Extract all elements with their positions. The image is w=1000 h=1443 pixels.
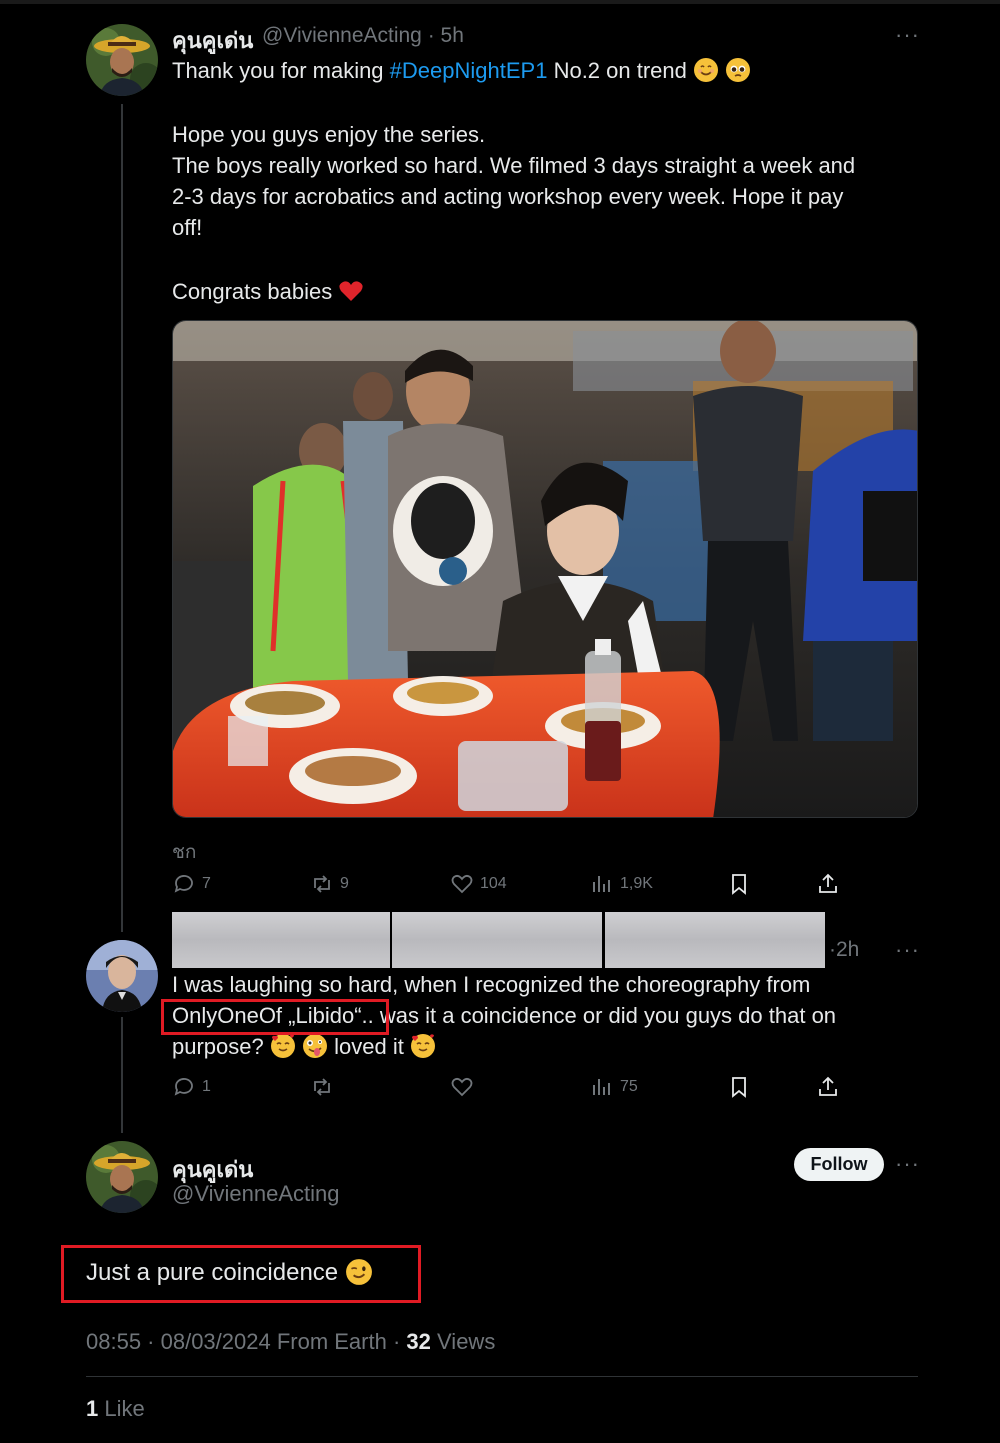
views-chart-icon — [593, 876, 610, 892]
tweet-text-part: No.2 on trend — [547, 58, 687, 83]
thread-line — [121, 104, 123, 932]
tweet-time[interactable]: 5h — [441, 24, 464, 47]
pleading-emoji-icon — [726, 58, 751, 82]
thread-line — [121, 1017, 123, 1133]
handle[interactable]: @VivienneActing — [172, 1181, 339, 1207]
tweet-timestamp-row: 08:55 · 08/03/2024 From Earth · 32 Views — [86, 1329, 496, 1354]
more-options-icon[interactable]: ··· — [895, 1151, 920, 1177]
tweet-text-line: off! — [172, 215, 203, 240]
top-border — [0, 0, 1000, 4]
repost-icon — [314, 875, 330, 893]
follow-button[interactable]: Follow — [794, 1148, 884, 1181]
share-icon — [819, 1076, 837, 1096]
avatar[interactable] — [86, 940, 158, 1012]
repost-button[interactable] — [310, 1075, 340, 1099]
redacted-handle — [605, 912, 825, 968]
tweet-text-part: Thank you for making — [172, 58, 390, 83]
annotation-highlight-box — [61, 1245, 421, 1303]
reply-button[interactable]: 1 — [172, 1075, 211, 1099]
tweet-time[interactable]: ·2h — [829, 938, 859, 962]
tweet-text-part: loved it — [334, 1034, 404, 1059]
tweet-text-line: 2-3 days for acrobatics and acting works… — [172, 184, 844, 209]
bookmark-icon — [732, 1077, 746, 1098]
bookmark-icon — [732, 874, 746, 895]
divider — [86, 1376, 918, 1377]
media-caption: ชก — [172, 842, 197, 863]
tweet-text-part: purpose? — [172, 1034, 264, 1059]
repost-count: 9 — [340, 875, 349, 892]
heart-icon — [451, 874, 473, 894]
tweet-text-part: Congrats babies — [172, 279, 333, 304]
likes-summary[interactable]: 1 Like — [86, 1396, 145, 1422]
share-button[interactable] — [816, 872, 840, 896]
more-options-icon[interactable]: ··· — [895, 937, 920, 963]
tweet-text-line: I was laughing so hard, when I recognize… — [172, 972, 811, 997]
views-button[interactable]: 75 — [590, 1075, 638, 1099]
handle[interactable]: @VivienneActing — [262, 24, 422, 47]
smiling-emoji-icon — [694, 58, 719, 82]
views-count: 32 — [406, 1329, 431, 1354]
red-heart-emoji-icon — [339, 281, 363, 301]
repost-button[interactable]: 9 — [310, 872, 349, 896]
like-count: 104 — [480, 875, 507, 892]
tweet-text-line: Hope you guys enjoy the series. — [172, 122, 486, 147]
avatar[interactable] — [86, 1141, 158, 1213]
share-icon — [819, 873, 837, 893]
smiling-hearts-emoji-icon — [270, 1034, 295, 1058]
share-button[interactable] — [816, 1075, 840, 1099]
tweet-meta: @VivienneActing · 5h — [262, 24, 464, 47]
views-button[interactable]: 1,9K — [590, 872, 653, 896]
zany-face-emoji-icon — [303, 1034, 327, 1058]
redacted-name — [172, 912, 390, 968]
views-label: Views — [437, 1329, 496, 1354]
likes-count: 1 — [86, 1396, 99, 1421]
tweet-text-part: .. was it a coincidence or did you guys … — [361, 1003, 837, 1028]
tweet-media-photo[interactable] — [172, 320, 918, 818]
more-options-icon[interactable]: ··· — [895, 22, 920, 48]
display-name[interactable]: คุนคูเด่น — [172, 23, 253, 58]
redacted-handle — [392, 912, 602, 968]
hashtag-link[interactable]: #DeepNightEP1 — [390, 58, 548, 83]
likes-label: Like — [104, 1396, 145, 1421]
tweet-text: Thank you for making #DeepNightEP1 No.2 … — [172, 55, 932, 307]
timestamp[interactable]: 08:55 · 08/03/2024 From Earth — [86, 1329, 387, 1354]
annotation-highlight-box — [161, 999, 389, 1035]
avatar[interactable] — [86, 24, 158, 96]
views-count: 1,9K — [620, 875, 653, 892]
bookmark-button[interactable] — [727, 872, 751, 896]
reply-icon — [174, 1078, 193, 1096]
reply-count: 1 — [202, 1078, 211, 1095]
reply-count: 7 — [202, 875, 211, 892]
reply-icon — [174, 875, 193, 893]
views-count: 75 — [620, 1078, 638, 1095]
bookmark-button[interactable] — [727, 1075, 751, 1099]
smiling-hearts-emoji-icon — [410, 1034, 435, 1058]
like-button[interactable]: 104 — [450, 872, 507, 896]
tweet-text-line: The boys really worked so hard. We filme… — [172, 153, 856, 178]
repost-icon — [314, 1078, 330, 1096]
heart-icon — [451, 1077, 473, 1097]
like-button[interactable] — [450, 1075, 480, 1099]
views-chart-icon — [593, 1079, 610, 1095]
reply-button[interactable]: 7 — [172, 872, 211, 896]
